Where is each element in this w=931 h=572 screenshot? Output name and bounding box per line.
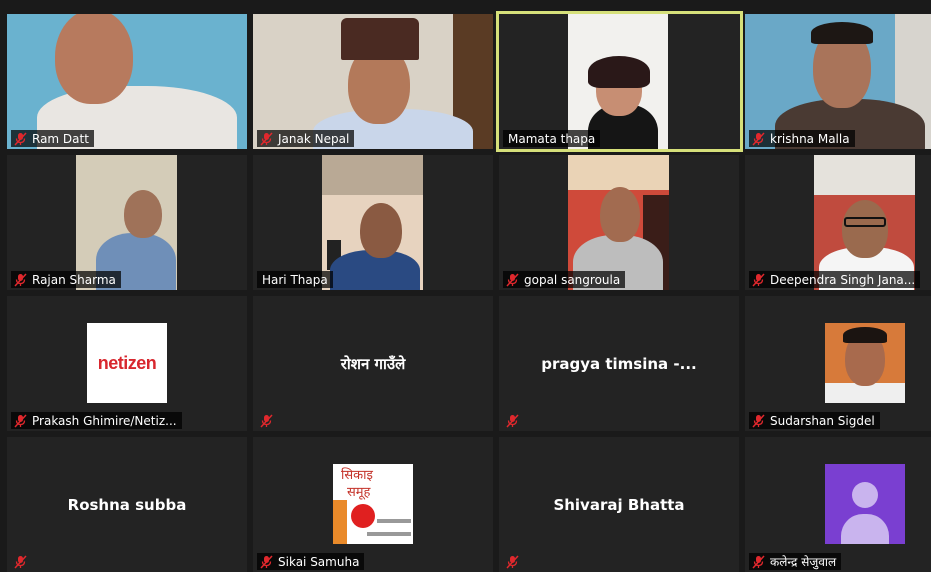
participant-name-bar: Prakash Ghimire/Netiz...: [11, 412, 182, 429]
mic-muted-icon: [752, 555, 765, 569]
participant-name-bar: Ram Datt: [11, 130, 94, 147]
participant-tile[interactable]: Deependra Singh Jana...: [745, 155, 931, 290]
participant-name-bar: krishna Malla: [749, 130, 855, 147]
mic-muted-icon: [752, 414, 765, 428]
participant-tile[interactable]: Hari Thapa: [253, 155, 493, 290]
participant-tile[interactable]: gopal sangroula: [499, 155, 739, 290]
mic-muted-icon: [260, 555, 273, 569]
participant-name: Prakash Ghimire/Netiz...: [32, 413, 177, 428]
participant-name: Hari Thapa: [262, 272, 328, 287]
video-grid: Ram Datt Janak Nepal Mamata thapa krishn…: [0, 0, 931, 572]
participant-name: Janak Nepal: [278, 131, 350, 146]
mic-muted-icon: [752, 132, 765, 146]
participant-name-bar: Sudarshan Sigdel: [749, 412, 880, 429]
participant-name: Sikai Samuha: [278, 554, 360, 569]
participant-name-bar: Rajan Sharma: [11, 271, 121, 288]
mic-muted-icon: [506, 273, 519, 287]
mic-muted-icon: [14, 414, 27, 428]
participant-display-name: Roshna subba: [67, 495, 187, 514]
mic-muted-icon: [752, 273, 765, 287]
participant-video: [568, 14, 668, 149]
participant-tile[interactable]: रोशन गाउँले: [253, 296, 493, 431]
participant-name: gopal sangroula: [524, 272, 621, 287]
participant-video: [76, 155, 177, 290]
participant-name-bar: Hari Thapa: [257, 271, 333, 288]
participant-tile-active-speaker[interactable]: Mamata thapa: [496, 11, 743, 152]
participant-name-bar: Mamata thapa: [503, 130, 601, 147]
mic-muted-icon: [14, 555, 27, 569]
mic-muted-icon: [506, 414, 519, 428]
participant-video: [814, 155, 915, 290]
participant-display-name: रोशन गाउँले: [340, 354, 406, 373]
participant-video: [568, 155, 669, 290]
participant-display-name: Shivaraj Bhatta: [553, 495, 685, 514]
mic-muted-icon: [260, 414, 273, 428]
participant-name-bar: Deependra Singh Jana...: [749, 271, 921, 288]
participant-name-bar: [503, 412, 527, 429]
participant-name: कलेन्द्र सेजुवाल: [770, 555, 837, 569]
participant-name-bar: कलेन्द्र सेजुवाल: [749, 553, 842, 570]
participant-name: Sudarshan Sigdel: [770, 413, 875, 428]
participant-name-bar: [257, 412, 281, 429]
participant-tile[interactable]: krishna Malla: [745, 14, 931, 149]
mic-muted-icon: [14, 273, 27, 287]
participant-tile[interactable]: Rajan Sharma: [7, 155, 247, 290]
participant-tile[interactable]: pragya timsina -...: [499, 296, 739, 431]
participant-name: Ram Datt: [32, 131, 89, 146]
default-avatar-icon: [825, 464, 905, 544]
mic-muted-icon: [260, 132, 273, 146]
participant-tile[interactable]: Roshna subba: [7, 437, 247, 572]
participant-name: Deependra Singh Jana...: [770, 272, 916, 287]
participant-video: [745, 14, 931, 149]
participant-video: [322, 155, 423, 290]
participant-display-name: pragya timsina -...: [541, 354, 697, 373]
participant-photo: [825, 323, 905, 403]
participant-video: [253, 14, 493, 149]
participant-tile[interactable]: सिकाइ समूह Sikai Samuha: [253, 437, 493, 572]
participant-name-bar: gopal sangroula: [503, 271, 626, 288]
participant-tile[interactable]: Sudarshan Sigdel: [745, 296, 931, 431]
logo-text: netizen: [97, 352, 157, 373]
participant-name: krishna Malla: [770, 131, 850, 146]
mic-muted-icon: [506, 555, 519, 569]
logo-text-line-2: समूह: [347, 485, 371, 500]
participant-video: [7, 14, 247, 149]
participant-tile[interactable]: netizen Prakash Ghimire/Netiz...: [7, 296, 247, 431]
participant-name-bar: Sikai Samuha: [257, 553, 365, 570]
participant-tile[interactable]: Shivaraj Bhatta: [499, 437, 739, 572]
netizen-logo: netizen: [87, 323, 167, 403]
participant-name: Rajan Sharma: [32, 272, 116, 287]
participant-name-bar: Janak Nepal: [257, 130, 355, 147]
participant-tile[interactable]: Janak Nepal: [253, 14, 493, 149]
sikai-samuha-logo: सिकाइ समूह: [333, 464, 413, 544]
participant-name-bar: [11, 553, 35, 570]
mic-muted-icon: [14, 132, 27, 146]
participant-tile[interactable]: Ram Datt: [7, 14, 247, 149]
participant-name: Mamata thapa: [508, 131, 596, 146]
participant-tile[interactable]: कलेन्द्र सेजुवाल: [745, 437, 931, 572]
logo-text-line-1: सिकाइ: [341, 468, 373, 483]
participant-name-bar: [503, 553, 527, 570]
